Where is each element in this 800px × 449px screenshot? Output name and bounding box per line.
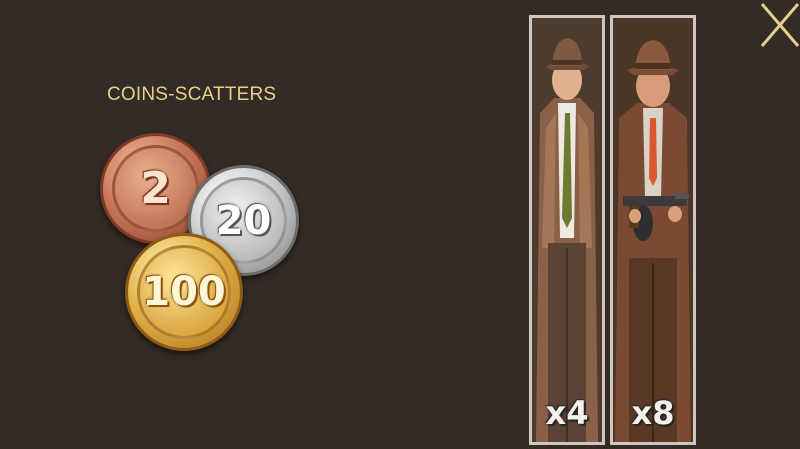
gold-coin-value: 100 bbox=[142, 269, 226, 315]
reel-gangster: x8 bbox=[610, 15, 696, 445]
multiplier-x8: x8 bbox=[631, 394, 675, 432]
close-icon bbox=[760, 3, 800, 47]
gold-coin: 100 bbox=[125, 233, 243, 351]
silver-coin-value: 20 bbox=[215, 197, 272, 244]
detective-figure bbox=[532, 18, 602, 442]
multiplier-x4: x4 bbox=[545, 394, 589, 432]
coins-group: 2 20 100 bbox=[95, 125, 310, 355]
copper-coin-value: 2 bbox=[140, 163, 171, 214]
gangster-figure bbox=[613, 18, 693, 442]
reel-detective: x4 bbox=[529, 15, 605, 445]
scatters-title: COINS-SCATTERS bbox=[107, 84, 277, 105]
close-button[interactable] bbox=[758, 2, 800, 48]
